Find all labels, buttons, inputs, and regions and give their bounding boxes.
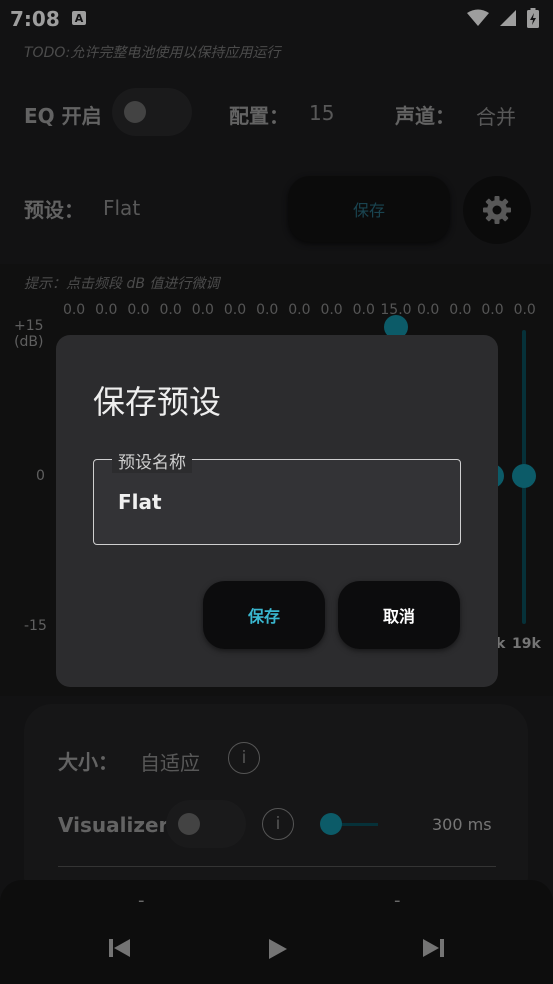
dialog-cancel-button[interactable]: 取消 <box>338 581 460 649</box>
preset-name-field[interactable]: 预设名称 Flat <box>93 448 461 545</box>
field-label: 预设名称 <box>112 448 192 473</box>
dialog-title: 保存预设 <box>93 383 222 421</box>
preset-name-input[interactable]: Flat <box>118 490 162 514</box>
save-preset-dialog: 保存预设 预设名称 Flat 保存 取消 <box>56 335 498 687</box>
dialog-save-button[interactable]: 保存 <box>203 581 325 649</box>
